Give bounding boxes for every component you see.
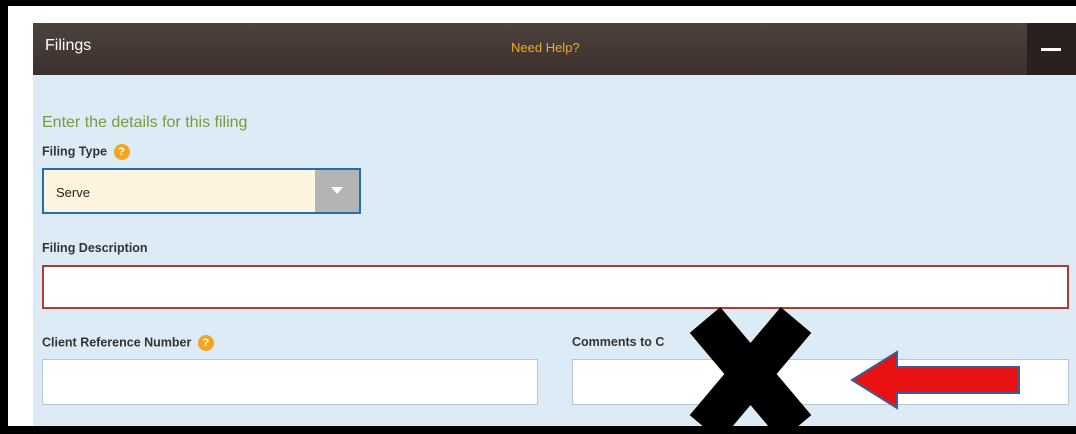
panel-header: Filings Need Help? [33,23,1076,75]
client-reference-input[interactable] [42,359,538,405]
collapse-button[interactable] [1027,23,1076,75]
filing-type-value: Serve [56,185,90,200]
filings-panel: Filings Need Help? Enter the details for… [33,23,1076,426]
client-reference-label: Client Reference Number ? [42,335,214,351]
panel-title: Filings [45,37,92,54]
filing-description-input[interactable] [42,265,1069,309]
frame-border-top [0,0,1076,6]
need-help-link[interactable]: Need Help? [511,40,580,55]
client-reference-label-text: Client Reference Number [42,335,192,350]
filing-type-select[interactable]: Serve [42,168,361,214]
dropdown-toggle[interactable] [315,170,359,212]
question-icon[interactable]: ? [197,335,214,351]
frame-border-left [0,0,8,434]
minus-icon [1041,48,1061,51]
frame-border-bottom [0,426,1076,434]
form-intro: Enter the details for this filing [42,114,248,131]
chevron-down-icon [331,187,343,194]
filing-type-label: Filing Type ? [42,144,130,160]
filing-type-label-text: Filing Type [42,144,108,159]
filing-description-label: Filing Description [42,241,148,255]
question-icon[interactable]: ? [113,144,130,160]
comments-label: Comments to C [572,335,665,349]
comments-input[interactable] [572,359,1069,405]
